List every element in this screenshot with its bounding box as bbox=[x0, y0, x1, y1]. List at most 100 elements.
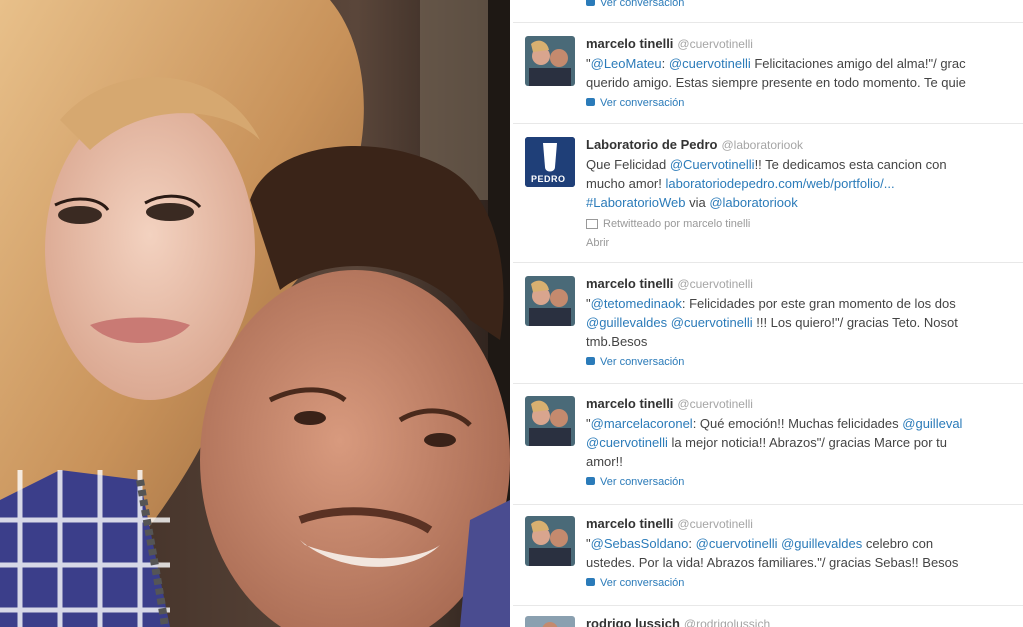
tweet-text-line-3: amor!! bbox=[586, 454, 623, 469]
avatar-logo-text: PEDRO bbox=[531, 174, 566, 184]
tweet-text-line-1: "@tetomedinaok: Felicidades por este gra… bbox=[586, 296, 956, 311]
abrir-link[interactable]: Abrir bbox=[586, 237, 609, 249]
tweet-author[interactable]: rodrigo lussich @rodrigolussich bbox=[586, 616, 770, 627]
tweet-author[interactable]: marcelo tinelli @cuervotinelli bbox=[586, 516, 753, 531]
ver-conversacion-link[interactable]: Ver conversación bbox=[586, 356, 684, 368]
ver-conversacion-link[interactable]: Ver conversación bbox=[586, 0, 684, 9]
mention-link[interactable]: @laboratoriook bbox=[709, 195, 797, 210]
mention-link[interactable]: @guillevaldes bbox=[781, 536, 862, 551]
tweet-text-line-2: ustedes. Por la vida! Abrazos familiares… bbox=[586, 555, 959, 570]
tweet-text-line-2: @cuervotinelli la mejor noticia!! Abrazo… bbox=[586, 435, 947, 450]
author-handle[interactable]: @cuervotinelli bbox=[677, 397, 753, 411]
mention-link[interactable]: @LeoMateu bbox=[591, 56, 662, 71]
author-name[interactable]: marcelo tinelli bbox=[586, 396, 673, 411]
tweet-author[interactable]: marcelo tinelli @cuervotinelli bbox=[586, 36, 753, 51]
avatar[interactable] bbox=[525, 276, 575, 326]
tweet-text-segment: mucho amor! bbox=[586, 176, 666, 191]
author-name[interactable]: Laboratorio de Pedro bbox=[586, 137, 717, 152]
tweet-partial: Ver conversación bbox=[513, 0, 1023, 23]
ver-conversacion-label[interactable]: Ver conversación bbox=[600, 577, 684, 589]
ver-conversacion-link[interactable]: Ver conversación bbox=[586, 577, 684, 589]
tweet-author[interactable]: Laboratorio de Pedro @laboratoriook bbox=[586, 137, 803, 152]
tweet-text-line-1: "@SebasSoldano: @cuervotinelli @guilleva… bbox=[586, 536, 933, 551]
tweet-text-line-2: mucho amor! laboratoriodepedro.com/web/p… bbox=[586, 176, 895, 191]
avatar-image bbox=[525, 276, 575, 326]
avatar[interactable] bbox=[525, 616, 575, 627]
author-handle[interactable]: @cuervotinelli bbox=[677, 277, 753, 291]
tweet-text-line-3: #LaboratorioWeb via @laboratoriook bbox=[586, 195, 798, 210]
tweet-text-segment: !!! Los quiero!"/ gracias Teto. Nosot bbox=[752, 315, 958, 330]
tweet-text-line-1: "@LeoMateu: @cuervotinelli Felicitacione… bbox=[586, 56, 966, 71]
tweet-text: "@tetomedinaok: Felicidades por este gra… bbox=[586, 294, 1023, 351]
author-handle[interactable]: @rodrigolussich bbox=[684, 617, 770, 627]
ver-conversacion-label[interactable]: Ver conversación bbox=[600, 476, 684, 488]
author-name[interactable]: marcelo tinelli bbox=[586, 516, 673, 531]
ver-conversacion-link[interactable]: Ver conversación bbox=[586, 97, 684, 109]
author-handle[interactable]: @cuervotinelli bbox=[677, 517, 753, 531]
conversation-icon bbox=[586, 477, 595, 486]
couple-photo bbox=[0, 0, 510, 627]
conversation-icon bbox=[586, 0, 595, 7]
retweet-icon bbox=[586, 219, 598, 230]
tweet-text-segment: : bbox=[661, 56, 669, 71]
tweet-text-segment: !! Te dedicamos esta cancion con bbox=[754, 157, 947, 172]
tweet: marcelo tinelli @cuervotinelli "@marcelac… bbox=[513, 384, 1023, 505]
avatar[interactable] bbox=[525, 36, 575, 86]
tweet-author[interactable]: marcelo tinelli @cuervotinelli bbox=[586, 396, 753, 411]
tweet-text-segment: : Qué emoción!! Muchas felicidades bbox=[692, 416, 903, 431]
tweet-text-segment: Felicitaciones amigo del alma!"/ grac bbox=[750, 56, 966, 71]
tweet: marcelo tinelli @cuervotinelli "@SebasSol… bbox=[513, 505, 1023, 606]
ver-conversacion-label[interactable]: Ver conversación bbox=[600, 97, 684, 109]
tweet: rodrigo lussich @rodrigolussich bbox=[513, 606, 1023, 627]
mention-link[interactable]: @cuervotinelli bbox=[669, 56, 751, 71]
tweet-text: "@SebasSoldano: @cuervotinelli @guilleva… bbox=[586, 534, 1023, 572]
avatar-image bbox=[525, 36, 575, 86]
author-name[interactable]: marcelo tinelli bbox=[586, 36, 673, 51]
retweet-info: Retwitteado por marcelo tinelli bbox=[586, 218, 750, 230]
tweet-text-line-2: @guillevaldes @cuervotinelli !!! Los qui… bbox=[586, 315, 958, 330]
tweet-text-line-2: querido amigo. Estas siempre presente en… bbox=[586, 75, 966, 90]
tweet-text-line-1: "@marcelacoronel: Qué emoción!! Muchas f… bbox=[586, 416, 962, 431]
tweet: marcelo tinelli @cuervotinelli "@tetomedi… bbox=[513, 263, 1023, 384]
tweet: marcelo tinelli @cuervotinelli "@LeoMateu… bbox=[513, 23, 1023, 124]
avatar-image bbox=[525, 396, 575, 446]
mention-link[interactable]: @cuervotinelli bbox=[696, 536, 778, 551]
ver-conversacion-label[interactable]: Ver conversación bbox=[600, 0, 684, 9]
mention-link[interactable]: @guillevaldes bbox=[586, 315, 667, 330]
mention-link[interactable]: @cuervotinelli bbox=[671, 315, 753, 330]
photo-illustration bbox=[0, 0, 510, 627]
avatar[interactable]: PEDRO bbox=[525, 137, 575, 187]
author-name[interactable]: marcelo tinelli bbox=[586, 276, 673, 291]
conversation-icon bbox=[586, 357, 595, 366]
tweet-text: Que Felicidad @Cuervotinelli!! Te dedica… bbox=[586, 155, 1023, 212]
author-handle[interactable]: @laboratoriook bbox=[721, 138, 803, 152]
ver-conversacion-link[interactable]: Ver conversación bbox=[586, 476, 684, 488]
tweet-text: "@LeoMateu: @cuervotinelli Felicitacione… bbox=[586, 54, 1023, 92]
tweet: PEDRO Laboratorio de Pedro @laboratoriook… bbox=[513, 124, 1023, 263]
mention-link[interactable]: @marcelacoronel bbox=[591, 416, 693, 431]
tweet-text-segment: : Felicidades por este gran momento de l… bbox=[681, 296, 956, 311]
conversation-icon bbox=[586, 98, 595, 107]
tweet-author[interactable]: marcelo tinelli @cuervotinelli bbox=[586, 276, 753, 291]
mention-link[interactable]: @SebasSoldano bbox=[591, 536, 689, 551]
avatar[interactable] bbox=[525, 396, 575, 446]
mention-link[interactable]: @tetomedinaok bbox=[591, 296, 682, 311]
author-name[interactable]: rodrigo lussich bbox=[586, 616, 680, 627]
tweet-text-segment: via bbox=[685, 195, 710, 210]
author-handle[interactable]: @cuervotinelli bbox=[677, 37, 753, 51]
mention-link[interactable]: @Cuervotinelli bbox=[670, 157, 755, 172]
tweet-text-line-3: tmb.Besos bbox=[586, 334, 648, 349]
tweet-text-segment: la mejor noticia!! Abrazos"/ gracias Mar… bbox=[667, 435, 948, 450]
conversation-icon bbox=[586, 578, 595, 587]
mention-link[interactable]: @cuervotinelli bbox=[586, 435, 668, 450]
avatar[interactable] bbox=[525, 516, 575, 566]
twitter-feed: Ver conversación marcelo tinelli @cuervot… bbox=[513, 0, 1023, 627]
tweet-text: "@marcelacoronel: Qué emoción!! Muchas f… bbox=[586, 414, 1023, 471]
ver-conversacion-label[interactable]: Ver conversación bbox=[600, 356, 684, 368]
mention-link[interactable]: @guilleval bbox=[902, 416, 962, 431]
mention-link[interactable]: laboratoriodepedro.com/web/portfolio/... bbox=[665, 176, 894, 191]
tweet-text-line-1: Que Felicidad @Cuervotinelli!! Te dedica… bbox=[586, 157, 947, 172]
mention-link[interactable]: #LaboratorioWeb bbox=[586, 195, 686, 210]
tweet-text-segment: : bbox=[688, 536, 696, 551]
avatar-image bbox=[525, 516, 575, 566]
